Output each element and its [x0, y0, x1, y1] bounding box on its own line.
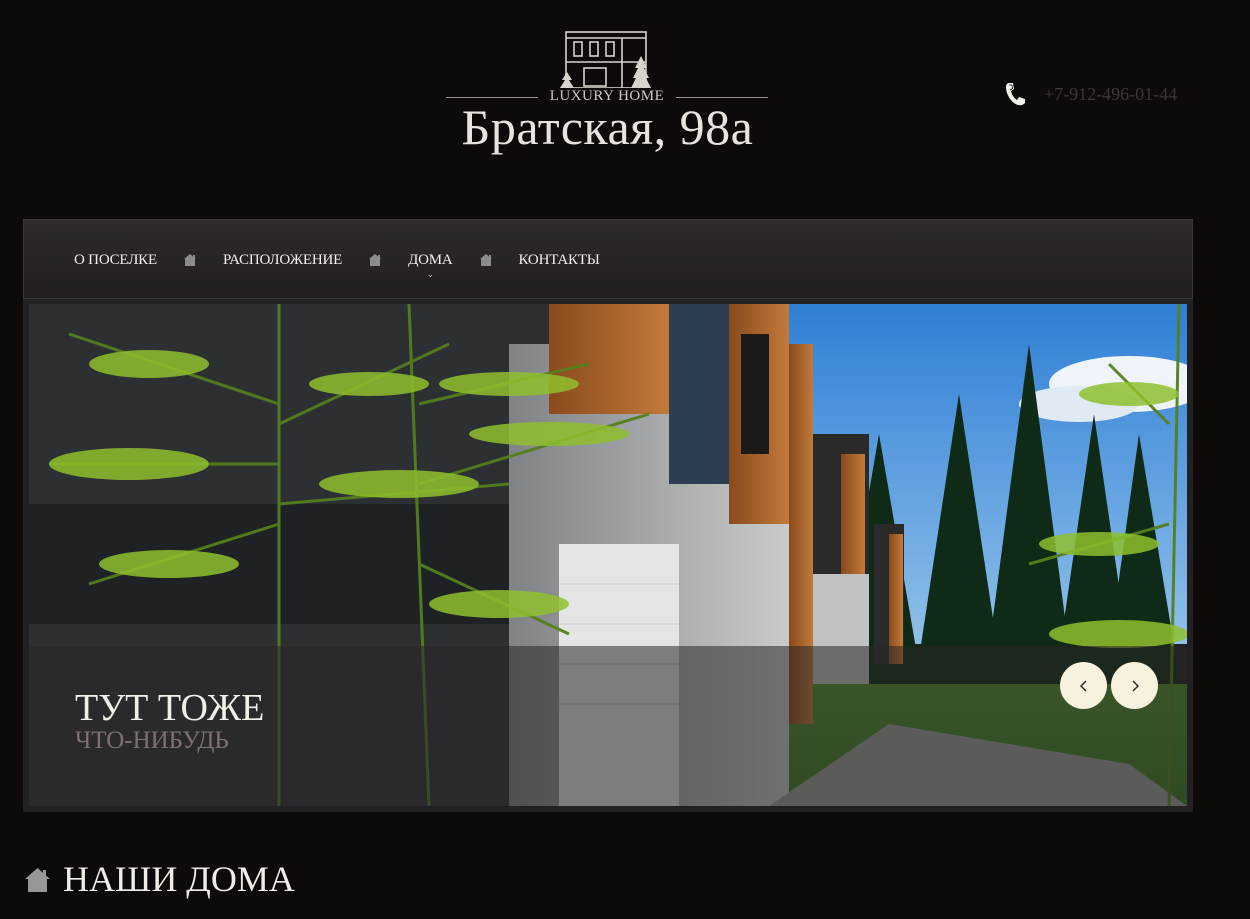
- chevron-left-icon: [1079, 680, 1086, 691]
- slider-prev-button[interactable]: [1060, 662, 1107, 709]
- house-logo-icon: [560, 31, 651, 88]
- chevron-down-icon: ⌄: [426, 268, 435, 279]
- nav-item-houses[interactable]: ДОМА ⌄: [408, 251, 453, 279]
- nav-item-houses-label: ДОМА: [408, 251, 453, 268]
- section-heading: НАШИ ДОМА: [24, 858, 295, 900]
- nav-item-about[interactable]: О ПОСЕЛКЕ: [74, 252, 157, 269]
- slider-next-button[interactable]: [1111, 662, 1158, 709]
- house-separator-icon: [479, 254, 492, 266]
- house-separator-icon: [183, 254, 196, 266]
- phone-icon: [1006, 83, 1025, 106]
- nav-item-location[interactable]: РАСПОЛОЖЕНИЕ: [223, 252, 342, 269]
- house-separator-icon: [369, 254, 382, 266]
- slide-image: ТУТ ТОЖЕ ЧТО-НИБУДЬ: [29, 304, 1187, 806]
- site-logo[interactable]: LUXURY HOME Братская, 98а: [440, 30, 775, 160]
- slide-caption-title: ТУТ ТОЖЕ: [75, 687, 265, 729]
- section-title: НАШИ ДОМА: [63, 859, 295, 899]
- chevron-right-icon: [1132, 680, 1139, 691]
- slide-caption-subtitle: ЧТО-НИБУДЬ: [75, 727, 229, 754]
- hero-slider: ТУТ ТОЖЕ ЧТО-НИБУДЬ: [23, 299, 1193, 812]
- main-nav: О ПОСЕЛКЕ РАСПОЛОЖЕНИЕ ДОМА ⌄ КОНТАКТЫ: [23, 219, 1193, 299]
- nav-item-contacts[interactable]: КОНТАКТЫ: [519, 252, 600, 269]
- phone-contact[interactable]: +7-912-496-01-44: [1004, 80, 1177, 108]
- home-icon: [25, 867, 50, 892]
- site-name: Братская, 98а: [461, 99, 754, 155]
- phone-number[interactable]: +7-912-496-01-44: [1044, 84, 1177, 105]
